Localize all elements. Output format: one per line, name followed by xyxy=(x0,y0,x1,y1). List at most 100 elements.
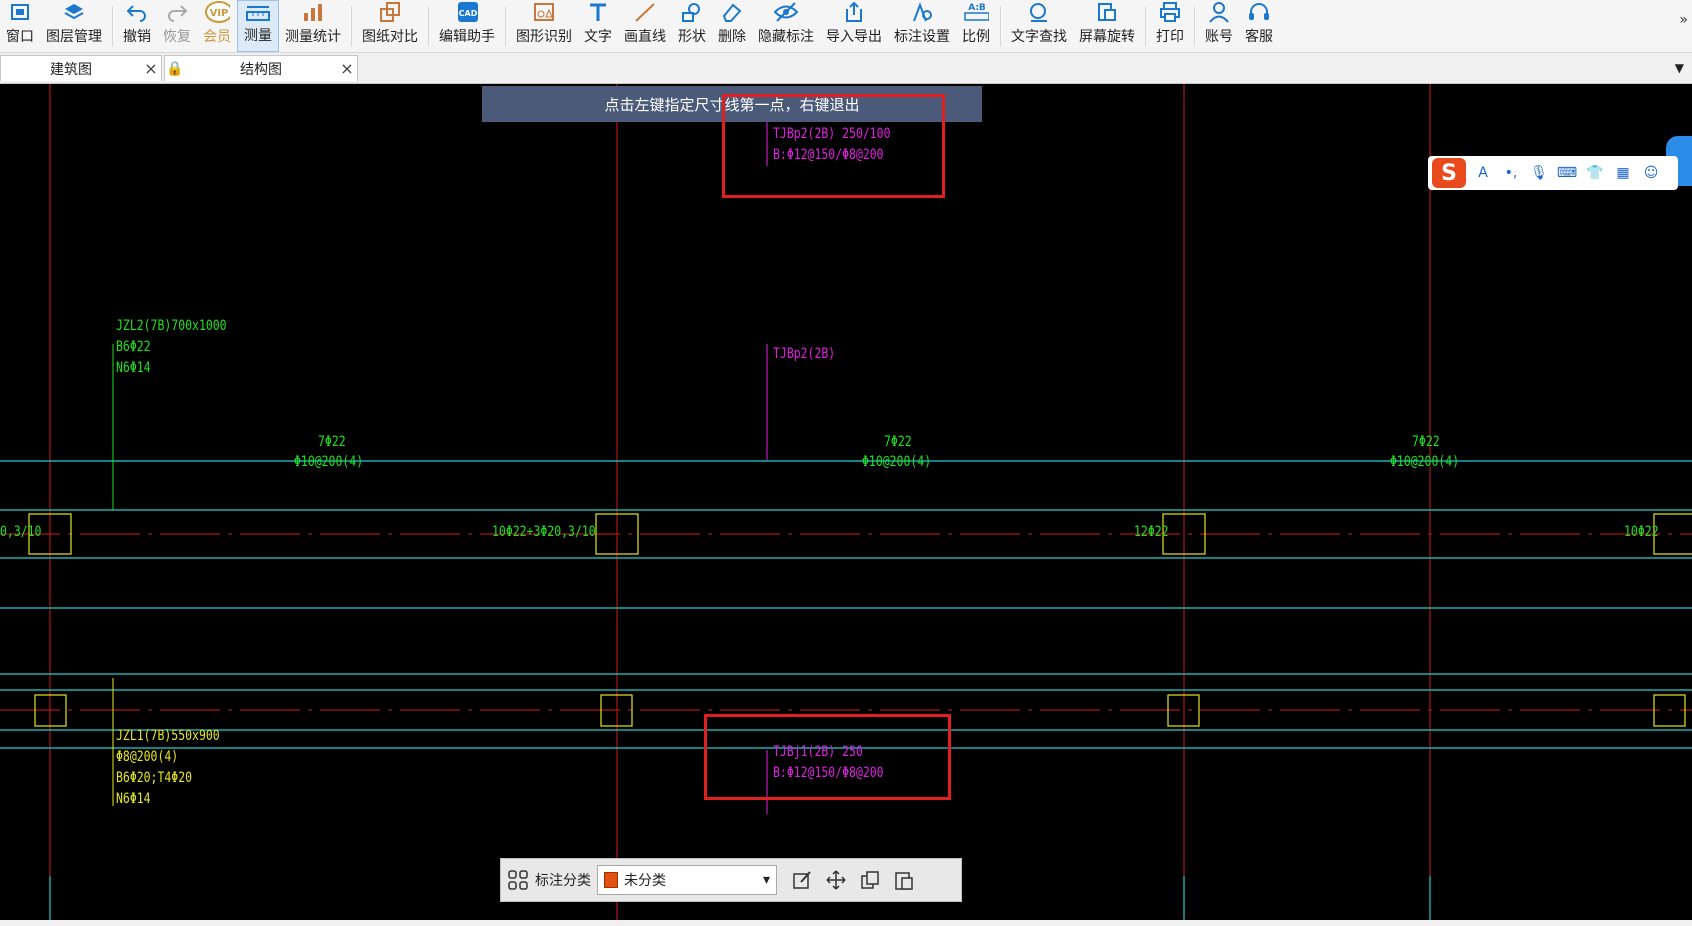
annotation-settings-icon xyxy=(909,0,935,24)
toolbar-separator xyxy=(505,6,506,46)
undo-button[interactable]: 撤销 xyxy=(117,0,157,52)
annotation-category-select[interactable]: 未分类 ▾ xyxy=(597,865,777,895)
account-label: 账号 xyxy=(1205,29,1233,45)
undo-label: 撤销 xyxy=(123,29,151,45)
cad-edit-button[interactable]: CAD 编辑助手 xyxy=(433,0,501,52)
window-button[interactable]: 窗口 xyxy=(0,0,40,52)
toolbar-separator xyxy=(351,6,352,46)
avatar-icon[interactable]: ☺ xyxy=(1640,165,1662,181)
tab-structure-close-icon[interactable]: × xyxy=(337,59,357,78)
move-icon[interactable] xyxy=(819,863,853,897)
scale-badge: A:B xyxy=(968,3,986,13)
microphone-icon[interactable]: 🎙 xyxy=(1528,165,1550,181)
hide-eye-icon xyxy=(773,0,799,24)
shape-button[interactable]: 形状 xyxy=(672,0,712,52)
grid-icon[interactable]: ▦ xyxy=(1612,165,1634,181)
shape-recognition-label: 图形识别 xyxy=(516,29,572,45)
support-button[interactable]: 客服 xyxy=(1239,0,1279,52)
measure-stats-label: 测量统计 xyxy=(285,29,341,45)
annotation-line: B6Φ20;T4Φ20 xyxy=(116,770,193,786)
delete-button[interactable]: 删除 xyxy=(712,0,752,52)
toolbar-separator xyxy=(1194,6,1195,46)
import-export-button[interactable]: 导入导出 xyxy=(820,0,888,52)
annotation-line: B6Φ22 xyxy=(116,339,151,355)
annotation-line: N6Φ14 xyxy=(116,360,151,376)
annotation-category-label: 标注分类 xyxy=(535,873,591,889)
print-icon xyxy=(1157,0,1183,24)
import-export-icon xyxy=(841,0,867,24)
tab-structure-label: 结构图 xyxy=(240,61,282,78)
rebar-bot-c[interactable]: 12Φ22 xyxy=(1134,522,1169,543)
shape-label: 形状 xyxy=(678,29,706,45)
toolbar-separator xyxy=(1145,6,1146,46)
hide-annotation-label: 隐藏标注 xyxy=(758,29,814,45)
cad-edit-icon: CAD xyxy=(454,0,480,24)
stirrup-b[interactable]: Φ10@200(4) xyxy=(862,452,931,473)
rebar-top-c[interactable]: 7Φ22 xyxy=(1412,432,1440,453)
line-label: 画直线 xyxy=(624,29,666,45)
text-search-button[interactable]: 文字查找 xyxy=(1005,0,1073,52)
text-label: 文字 xyxy=(584,29,612,45)
stirrup-a[interactable]: Φ10@200(4) xyxy=(294,452,363,473)
vip-icon: VIP xyxy=(204,0,230,24)
account-button[interactable]: 账号 xyxy=(1199,0,1239,52)
measure-label: 测量 xyxy=(244,28,272,44)
vip-button[interactable]: VIP 会员 xyxy=(197,0,237,52)
measure-stats-button[interactable]: 测量统计 xyxy=(279,0,347,52)
rotate-screen-button[interactable]: 屏幕旋转 xyxy=(1073,0,1141,52)
jzl2-annotation[interactable]: JZL2(7B)700x1000 B6Φ22 N6Φ14 xyxy=(116,316,227,379)
column-boxes xyxy=(28,513,1692,727)
scale-icon: A:B xyxy=(963,0,989,24)
shirt-icon[interactable]: 👕 xyxy=(1584,165,1606,181)
vip-label: 会员 xyxy=(203,29,231,45)
copy-icon[interactable] xyxy=(853,863,887,897)
tab-architecture-close-icon[interactable]: × xyxy=(141,59,161,78)
scale-button[interactable]: A:B 比例 xyxy=(956,0,996,52)
rebar-bot-d[interactable]: 10Φ22 xyxy=(1624,522,1659,543)
annotation-settings-button[interactable]: 标注设置 xyxy=(888,0,956,52)
line-button[interactable]: 画直线 xyxy=(618,0,672,52)
annotation-settings-label: 标注设置 xyxy=(894,29,950,45)
text-button[interactable]: 文字 xyxy=(578,0,618,52)
tab-architecture[interactable]: 建筑图 × xyxy=(0,55,162,81)
eraser-icon xyxy=(719,0,745,24)
measure-icon xyxy=(245,1,271,23)
redo-button[interactable]: 恢复 xyxy=(157,0,197,52)
text-search-label: 文字查找 xyxy=(1011,29,1067,45)
toolbar-separator xyxy=(112,6,113,46)
hide-annotation-button[interactable]: 隐藏标注 xyxy=(752,0,820,52)
category-color-swatch xyxy=(604,872,618,888)
compare-icon xyxy=(377,0,403,24)
tab-list-dropdown-icon[interactable]: ▼ xyxy=(1675,61,1684,75)
main-toolbar: 窗口 图层管理 撤销 恢复 VIP 会员 测量 测量统计 图纸对比 CAD 编辑… xyxy=(0,0,1692,53)
rebar-top-b[interactable]: 7Φ22 xyxy=(884,432,912,453)
rebar-top-a[interactable]: 7Φ22 xyxy=(318,432,346,453)
stirrup-c[interactable]: Φ10@200(4) xyxy=(1390,452,1459,473)
tab-structure[interactable]: 🔒 结构图 × xyxy=(164,55,358,81)
redo-label: 恢复 xyxy=(163,29,191,45)
keyboard-icon[interactable]: ⌨ xyxy=(1556,165,1578,181)
ime-chinese-english-icon[interactable]: A xyxy=(1472,165,1494,181)
cad-edit-label: 编辑助手 xyxy=(439,29,495,45)
document-tabbar: 建筑图 × 🔒 结构图 × ▼ xyxy=(0,53,1692,84)
drawing-canvas[interactable]: 点击左键指定尺寸线第一点，右键退出 TJBp2(2B) 250/100 B:Φ1… xyxy=(0,84,1692,920)
tjbp2-mid-annotation[interactable]: TJBp2(2B) xyxy=(773,344,835,365)
layer-manager-label: 图层管理 xyxy=(46,29,102,45)
text-icon xyxy=(585,0,611,24)
print-label: 打印 xyxy=(1156,29,1184,45)
grid-menu-icon[interactable] xyxy=(501,863,535,897)
paste-icon[interactable] xyxy=(887,863,921,897)
ime-toolbar: S A •, 🎙 ⌨ 👕 ▦ ☺ xyxy=(1428,156,1678,190)
edit-icon[interactable] xyxy=(785,863,819,897)
layer-manager-button[interactable]: 图层管理 xyxy=(40,0,108,52)
rebar-bot-b[interactable]: 10Φ22+3Φ20,3/10 xyxy=(492,522,596,543)
ime-punctuation-icon[interactable]: •, xyxy=(1500,165,1522,181)
sogou-logo-icon[interactable]: S xyxy=(1432,158,1466,188)
print-button[interactable]: 打印 xyxy=(1150,0,1190,52)
jzl1-annotation[interactable]: JZL1(7B)550x900 Φ8@200(4) B6Φ20;T4Φ20 N6… xyxy=(116,726,220,810)
shape-recognition-button[interactable]: 图形识别 xyxy=(510,0,578,52)
measure-button[interactable]: 测量 xyxy=(237,0,279,52)
rebar-bot-a[interactable]: 0,3/10 xyxy=(0,522,41,543)
toolbar-more-button[interactable]: » xyxy=(1679,12,1688,28)
compare-button[interactable]: 图纸对比 xyxy=(356,0,424,52)
